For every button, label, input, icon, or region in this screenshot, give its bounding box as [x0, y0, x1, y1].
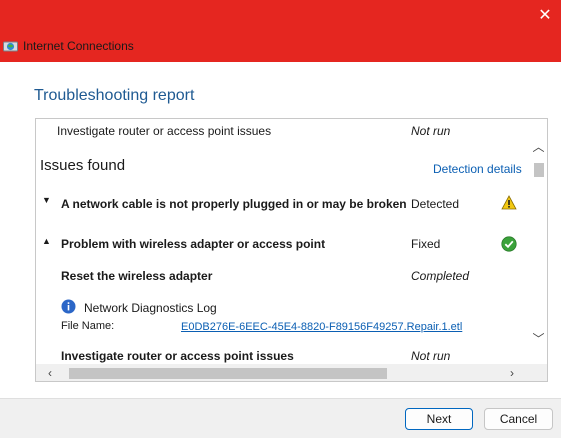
detection-details-link[interactable]: Detection details [433, 162, 522, 176]
report-panel: Investigate router or access point issue… [35, 118, 548, 382]
footer-bar: Next Cancel [0, 398, 561, 438]
check-icon [501, 236, 517, 252]
vertical-scrollbar[interactable]: ︿ ﹀ [530, 119, 547, 363]
warning-icon [501, 195, 517, 210]
scroll-up-icon[interactable]: ︿ [530, 141, 547, 153]
close-icon[interactable]: ✕ [535, 6, 555, 26]
window-title: Internet Connections [3, 38, 134, 54]
scroll-left-icon[interactable]: ‹ [44, 367, 56, 379]
expand-arrow-icon[interactable]: ▲ [42, 236, 51, 246]
page-title: Troubleshooting report [34, 87, 195, 104]
issue-label[interactable]: A network cable is not properly plugged … [61, 197, 407, 211]
next-button[interactable]: Next [405, 408, 473, 430]
scroll-right-icon[interactable]: › [506, 367, 518, 379]
window-title-text: Internet Connections [23, 39, 134, 53]
file-name-label: File Name: [61, 320, 115, 332]
issue-status: Fixed [411, 237, 441, 251]
bottom-row-label: Investigate router or access point issue… [61, 349, 294, 363]
issues-heading: Issues found [40, 157, 126, 174]
bottom-row-status: Not run [411, 349, 451, 363]
scroll-down-icon[interactable]: ﹀ [530, 333, 547, 345]
log-file-link[interactable]: E0DB276E-6EEC-45E4-8820-F89156F49257.Rep… [181, 321, 462, 333]
sub-action-status: Completed [411, 269, 470, 283]
report-content: Investigate router or access point issue… [36, 119, 529, 363]
sub-action-label: Reset the wireless adapter [61, 269, 213, 283]
vertical-scroll-thumb[interactable] [534, 163, 544, 177]
cancel-button[interactable]: Cancel [484, 408, 553, 430]
top-row-status: Not run [411, 124, 451, 138]
issue-label[interactable]: Problem with wireless adapter or access … [61, 237, 325, 251]
issue-status: Detected [411, 197, 460, 211]
network-globe-icon [3, 41, 18, 51]
title-bar: ✕ Internet Connections [0, 0, 561, 62]
horizontal-scrollbar[interactable]: ‹ › [36, 364, 547, 381]
collapse-arrow-icon[interactable]: ▼ [42, 195, 51, 205]
log-title: Network Diagnostics Log [84, 301, 217, 315]
top-row-label: Investigate router or access point issue… [57, 124, 272, 138]
info-icon [61, 299, 76, 314]
horizontal-scroll-thumb[interactable] [69, 368, 387, 379]
